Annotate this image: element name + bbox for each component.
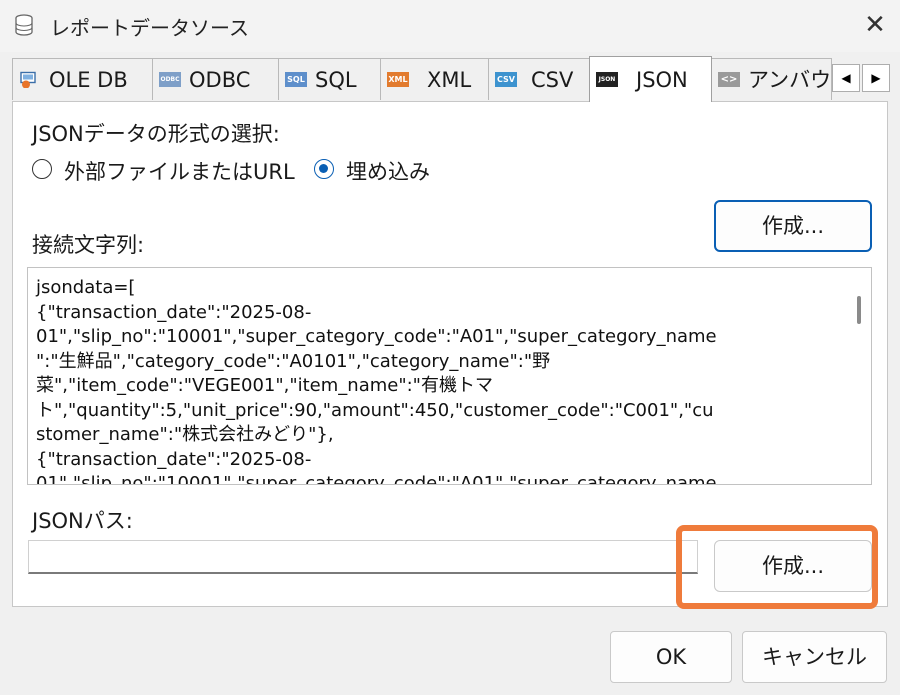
tab-csv[interactable]: CSV CSV [488, 58, 590, 100]
radio-embedded[interactable] [314, 159, 334, 179]
connection-string-label: 接続文字列: [32, 233, 145, 257]
database-icon [15, 14, 33, 36]
connection-string-text: jsondata=[ {"transaction_date":"2025-08-… [36, 277, 717, 485]
tab-ole-db[interactable]: OLE DB [12, 58, 153, 100]
connection-create-button[interactable]: 作成... [714, 200, 872, 252]
connection-string-textarea[interactable]: jsondata=[ {"transaction_date":"2025-08-… [27, 267, 872, 485]
tab-odbc[interactable]: ODBC ODBC [152, 58, 279, 100]
tab-xml[interactable]: XML XML [380, 58, 489, 100]
title-bar: レポートデータソース ✕ [0, 0, 900, 52]
tab-json[interactable]: JSON JSON [589, 56, 712, 102]
close-icon[interactable]: ✕ [860, 10, 890, 40]
ole-db-icon [20, 71, 36, 88]
unbound-icon: <> [718, 72, 740, 87]
cancel-button[interactable]: キャンセル [742, 631, 887, 683]
json-path-input[interactable] [28, 540, 698, 574]
window-title: レポートデータソース [50, 16, 249, 40]
radio-embedded-label[interactable]: 埋め込み [346, 156, 430, 186]
tab-scroll-right-button[interactable]: ▶ [862, 64, 890, 92]
radio-external-file-label[interactable]: 外部ファイルまたはURL [64, 156, 295, 186]
csv-icon: CSV [495, 72, 517, 87]
odbc-icon: ODBC [159, 72, 181, 87]
xml-icon: XML [387, 72, 409, 87]
tab-scroll-left-button[interactable]: ◀ [832, 64, 860, 92]
tab-strip: OLE DB ODBC ODBC SQL SQL XML XML CSV CSV… [12, 56, 892, 102]
json-icon: JSON [596, 72, 618, 87]
json-path-create-button[interactable]: 作成... [714, 540, 872, 592]
format-label: JSONデータの形式の選択: [32, 122, 280, 146]
sql-icon: SQL [285, 72, 307, 87]
tab-unbound[interactable]: <> アンバウ [711, 58, 832, 100]
tab-sql[interactable]: SQL SQL [278, 58, 381, 100]
ok-button[interactable]: OK [610, 631, 732, 683]
radio-external-file[interactable] [32, 159, 52, 179]
vertical-scrollbar-thumb[interactable] [857, 296, 861, 324]
json-path-label: JSONパス: [32, 509, 133, 533]
